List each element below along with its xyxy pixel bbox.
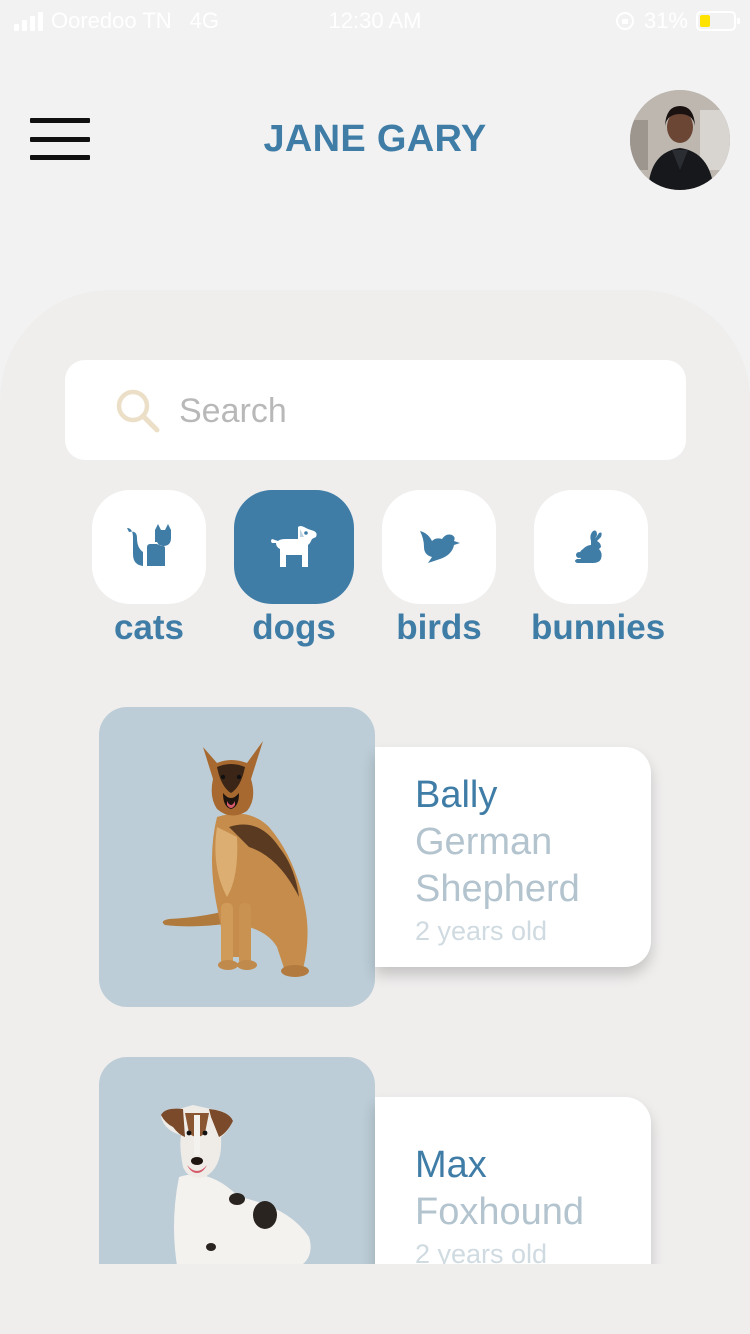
pet-age: 2 years old [415,916,548,946]
orientation-lock-icon [615,12,634,30]
avatar-image [630,90,730,190]
bunny-icon [575,530,602,563]
pet-photo[interactable] [99,707,375,1007]
status-bar: Ooredoo TN 4G 12:30 AM 31% [0,0,750,40]
category-bunnies-label: bunnies [531,608,666,647]
german-shepherd-image [162,741,309,977]
pet-name: Max [415,1144,487,1186]
cat-icon [127,524,171,566]
category-bunnies-tile[interactable] [534,490,648,604]
category-birds[interactable]: birds [379,490,499,648]
pet-breed-line2: Shepherd [415,868,580,910]
pet-card[interactable]: Bally German Shepherd 2 years old [99,707,659,1007]
battery-percent: 31% [643,8,688,33]
battery-icon [696,11,740,31]
pet-info[interactable]: Bally German Shepherd 2 years old [375,747,651,967]
category-cats-label: cats [113,608,185,647]
search-input[interactable] [179,385,659,437]
category-dogs-tile[interactable] [234,490,354,604]
category-bunnies[interactable]: bunnies [531,490,666,648]
status-right: 31% [614,8,740,34]
user-avatar[interactable] [630,90,730,190]
pet-breed: German [415,821,553,863]
category-dogs[interactable]: dogs [234,490,354,648]
bottom-area [0,1264,750,1334]
category-cats-tile[interactable] [92,490,206,604]
category-birds-label: birds [396,608,482,647]
dog-icon [271,526,317,567]
category-dogs-label: dogs [252,608,336,647]
category-birds-tile[interactable] [382,490,496,604]
pet-breed: Foxhound [415,1191,585,1233]
category-cats[interactable]: cats [89,490,209,648]
pet-name: Bally [415,774,498,816]
bird-icon [420,531,460,563]
search-icon [116,389,160,433]
